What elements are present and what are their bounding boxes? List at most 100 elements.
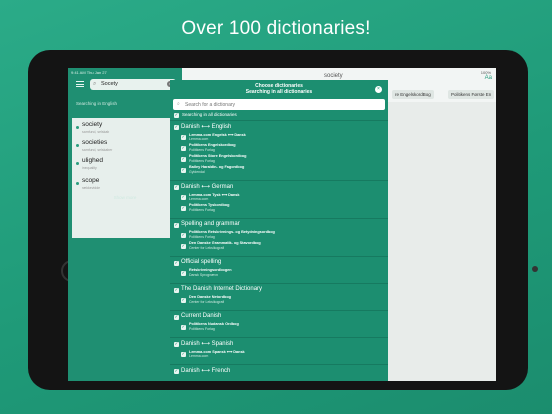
dictionary-name: Politikens Engelskordbog [189,143,236,147]
search-input[interactable]: ⌕ Socety × [90,79,176,90]
group-divider [170,364,388,365]
checkbox-icon[interactable] [181,205,186,211]
dictionary-publisher: Lemma.com [189,354,209,358]
group-name: Danish ⟷ Spanish [181,341,234,347]
result-sub: samfund, selskab [82,130,110,134]
group-divider [170,337,388,338]
result-word: society [82,121,103,128]
dictionary-item[interactable]: Den Danske NetordbogCenter for Leksikogr… [181,295,381,307]
result-sub: samfund, selskaber [82,148,113,152]
searching-label: Searching in English [76,101,118,106]
show-more-link[interactable]: Show more [68,195,182,200]
bullet-icon [76,144,79,147]
dictionary-publisher: Politikens Forlag [189,148,215,152]
tab-dictionary-1[interactable]: re EngelskordBog [392,90,434,99]
dictionary-item[interactable]: Den Danske Grammatik- og StavordbogCente… [181,241,381,253]
result-word: ulighed [82,157,103,164]
dictionary-item[interactable]: Lemma.com Spansk ⟷ DanskLemma.com [181,349,381,361]
close-icon[interactable]: × [375,86,382,93]
all-label: Searching in all dictionaries [182,112,237,117]
group-name: The Danish Internet Dictionary [181,286,263,292]
list-item[interactable]: society samfund, selskab [72,118,178,138]
app-screen: 9:41 AM Thu Jan 27 ⌕ Socety × Searching … [68,68,496,381]
checkbox-icon[interactable] [174,184,179,190]
result-word: societies [82,139,108,146]
status-bar-time: 9:41 AM Thu Jan 27 [71,70,107,75]
dictionary-publisher: Politikens Forlag [189,159,215,163]
checkbox-icon[interactable] [181,194,186,200]
dictionary-publisher: Lemma.com [189,137,209,141]
checkbox-icon[interactable] [174,222,179,228]
checkbox-icon[interactable] [181,145,186,151]
dictionary-publisher: Politikens Forlag [189,235,215,239]
checkbox-icon[interactable] [174,124,179,130]
dictionary-name: Den Danske Netordbog [189,295,231,299]
dictionary-publisher: Lemma.com [189,197,209,201]
group-name: Danish ⟷ French [181,368,231,374]
search-value: Socety [101,81,118,87]
dictionary-publisher: Politikens Forlag [189,208,215,212]
tab-dictionary-2[interactable]: Politikens Første En [448,90,495,99]
dictionary-name: Den Danske Grammatik- og Stavordbog [189,241,261,245]
results-list: society samfund, selskab societies samfu… [72,118,178,238]
dictionary-publisher: Politikens Forlag [189,327,215,331]
list-item[interactable]: scope rækkevidde [72,174,178,194]
checkbox-icon[interactable] [174,368,179,374]
checkbox-icon[interactable] [174,314,179,320]
bullet-icon [76,182,79,185]
checkbox-icon[interactable] [181,324,186,330]
result-sub: inequality [82,166,97,170]
result-sub: rækkevidde [82,186,101,190]
checkbox-icon[interactable] [181,270,186,276]
checkbox-icon[interactable] [181,243,186,249]
dictionary-name: Bailey Haraldin- og Fagordbog [189,165,245,169]
checkbox-icon[interactable] [181,351,186,357]
group-divider [170,310,388,311]
font-size-icon[interactable]: Aa [485,75,492,81]
dictionary-publisher: Center for Leksikografi [189,246,225,250]
dictionary-name: Politikens Store Engelskordbog [189,154,247,158]
list-item[interactable]: societies samfund, selskaber [72,136,178,156]
dictionary-publisher: Dansk Sprognævn [189,273,218,277]
dictionary-item[interactable]: RetskrivningsordbogenDansk Sprognævn [181,268,381,280]
checkbox-icon[interactable] [181,232,186,238]
group-name: Spelling and grammar [181,221,240,227]
dictionary-search-input[interactable] [185,100,375,109]
dictionary-item[interactable]: Politikens TyskordbogPolitikens Forlag [181,203,381,215]
group-name: Official spelling [181,259,222,265]
dictionary-name: Politikens Nudansk Ordbog [189,322,239,326]
checkbox-icon[interactable] [181,167,186,173]
choose-dictionaries-modal: Choose dictionaries Searching in all dic… [170,80,388,381]
search-icon: ⌕ [177,101,180,107]
group-divider [170,283,388,284]
sidebar: 9:41 AM Thu Jan 27 ⌕ Socety × Searching … [68,68,182,381]
list-item[interactable]: ulighed inequality [72,154,178,174]
dictionary-item[interactable]: Politikens Nudansk OrdbogPolitikens Forl… [181,322,381,334]
group-name: Danish ⟷ English [181,124,232,130]
group-name: Current Danish [181,313,222,319]
group-divider [170,218,388,219]
group-divider [170,256,388,257]
checkbox-icon[interactable] [174,287,179,293]
checkbox-icon[interactable] [181,297,186,303]
hamburger-menu-icon[interactable] [76,81,84,87]
dictionary-item[interactable]: Bailey Haraldin- og FagordbogGyldendal [181,165,381,177]
group-divider [170,180,388,181]
checkbox-icon[interactable] [181,156,186,162]
checkbox-icon[interactable] [174,260,179,266]
checkbox-icon[interactable] [181,134,186,140]
checkbox-icon[interactable] [174,341,179,347]
camera [532,266,538,272]
headline: Over 100 dictionaries! [181,18,371,39]
dictionary-search[interactable]: ⌕ [173,99,385,110]
group-name: Danish ⟷ German [181,184,234,190]
modal-subtitle: Searching in all dictionaries [245,89,313,95]
dictionary-publisher: Gyldendal [189,170,205,174]
page-title: society [324,73,343,79]
result-word: scope [82,177,100,184]
dictionary-name: Retskrivningsordbogen [189,268,232,272]
bullet-icon [76,162,79,165]
checkbox-icon[interactable] [174,112,179,118]
search-icon: ⌕ [93,81,97,87]
dictionary-publisher: Center for Leksikografi [189,300,225,304]
